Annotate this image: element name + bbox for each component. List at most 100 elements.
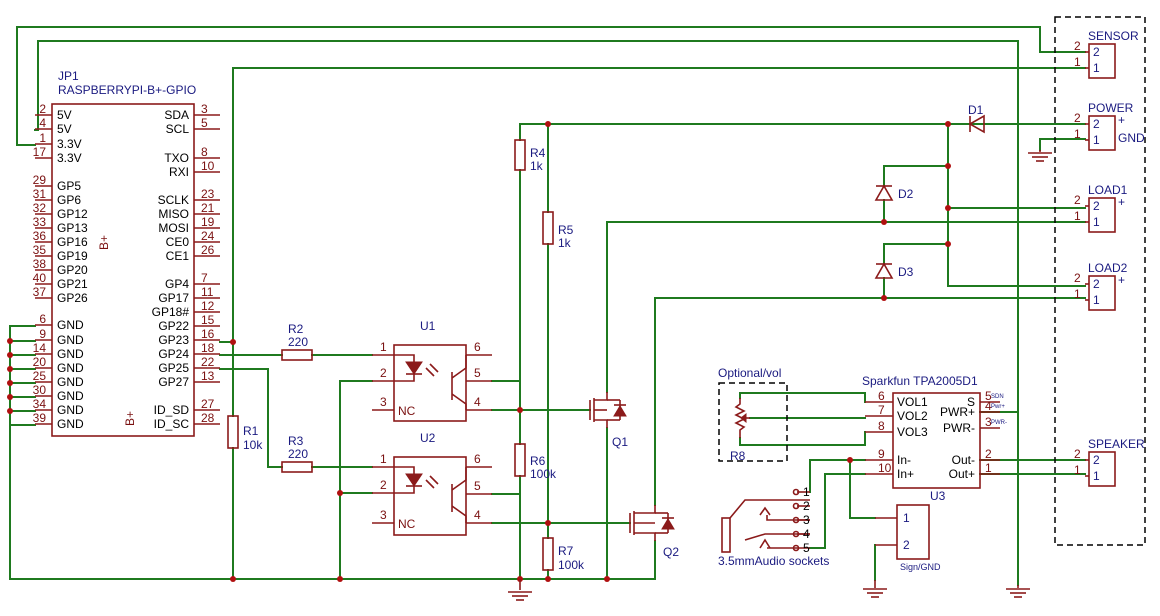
jp1-pin-number: 17 — [33, 145, 47, 159]
u3-pin-number: 9 — [878, 447, 885, 461]
mosfet-q1: Q1 — [589, 392, 628, 449]
jp1-pin-name: RXI — [169, 165, 189, 179]
r1-ref: R1 — [243, 424, 259, 438]
audio-pin-label: 2 — [803, 499, 810, 513]
jp1-pin-number: 32 — [33, 201, 47, 215]
jp1-pin-name: GP18# — [152, 305, 190, 319]
jp1-pin-name: GND — [57, 375, 84, 389]
jp1-pin-name: MOSI — [158, 221, 189, 235]
jp1-pin-number: 3 — [201, 102, 208, 116]
optional-label: Optional/vol — [718, 366, 781, 380]
connector-pin-number: 1 — [1074, 127, 1081, 141]
jp1-pin-number: 24 — [201, 229, 215, 243]
jp1-pin-number: 25 — [33, 369, 47, 383]
u3-pin-number: 7 — [878, 403, 885, 417]
jp1-pin-name: GP12 — [57, 207, 88, 221]
jp1-pin-number: 36 — [33, 229, 47, 243]
jp1-pin-name: CE0 — [166, 235, 190, 249]
u1-pin-label: 1 — [380, 340, 387, 354]
resistor-r6: R6 100k — [514, 443, 557, 481]
connector-pin-number: 2 — [1074, 447, 1081, 461]
amplifier-u3: Sparkfun TPA2005D1 6 VOL1 7 VOL2 8 VOL3 9 In- 10… — [862, 374, 1007, 503]
jp1-pin-number: 11 — [201, 285, 214, 299]
r3-ref: R3 — [288, 434, 304, 448]
connector-name: POWER — [1088, 101, 1134, 115]
connector-frame — [1054, 16, 1146, 546]
r2-ref: R2 — [288, 322, 304, 336]
jp1-pin-number: 16 — [201, 327, 215, 341]
u3-pin-subscript: SDN — [991, 394, 1004, 400]
r4-value: 1k — [530, 159, 544, 173]
jp1-pin-number: 27 — [201, 397, 215, 411]
connector-pin-inner: 1 — [1093, 133, 1100, 147]
r6-ref: R6 — [530, 454, 546, 468]
connector-name: SENSOR — [1088, 29, 1139, 43]
jp1-pin-number: 20 — [33, 355, 47, 369]
u3-pin-subscript: PWR- — [991, 420, 1007, 426]
connector-pin-number: 2 — [1074, 193, 1081, 207]
connector-pin-inner: 2 — [1093, 199, 1100, 213]
jp1-pin-name: GP23 — [158, 333, 189, 347]
connector-sensor: SENSOR2211 — [1074, 29, 1139, 79]
jp1-pin-number: 34 — [33, 397, 47, 411]
jp1-pin-number: 19 — [201, 215, 215, 229]
connector-pin-inner: 1 — [1093, 215, 1100, 229]
jp1-pin-name: GND — [57, 403, 84, 417]
ground-icon — [508, 579, 532, 601]
sign-gnd-connector: 1 2 Sign/GND — [875, 504, 941, 572]
jp1-pin-name: GP13 — [57, 221, 88, 235]
audio-socket: 1 2 3 4 5 3.5mmAudio sockets — [718, 485, 829, 568]
u2-nc-label: NC — [398, 517, 416, 531]
jp1-pin-name: TXO — [164, 151, 189, 165]
jp1-inner-mark: B+ — [123, 411, 137, 426]
u3-title: Sparkfun TPA2005D1 — [862, 374, 978, 388]
connectors: SENSOR2211POWER2211+GNDLOAD12211+LOAD222… — [1074, 29, 1145, 487]
jp1-pin-number: 31 — [33, 187, 47, 201]
connector-pin-number: 1 — [1074, 463, 1081, 477]
resistor-r7: R7 100k — [542, 537, 585, 572]
jp1-pin-number: 8 — [201, 145, 208, 159]
jp1-pin-name: 3.3V — [57, 137, 82, 151]
d3-ref: D3 — [898, 265, 914, 279]
jp1-pin-name: GND — [57, 347, 84, 361]
r8-ref: R8 — [730, 449, 746, 463]
jp1-pin-name: GP5 — [57, 179, 81, 193]
jp1-pin-name: 5V — [57, 108, 72, 122]
u2-pin-label: 4 — [474, 508, 481, 522]
jp1-pin-number: 23 — [201, 187, 215, 201]
jp1-pin-name: GP4 — [165, 277, 189, 291]
jp1-pin-number: 10 — [201, 159, 215, 173]
connector-pin-inner: 2 — [1093, 117, 1100, 131]
connector-pin-number: 1 — [1074, 287, 1081, 301]
jp1-pin-name: GP16 — [57, 235, 88, 249]
optional-volume-pot: Optional/vol R8 — [718, 366, 788, 463]
u3-pin-name: PWR- — [943, 421, 975, 435]
resistor-r2: R2 220 — [281, 322, 313, 361]
jp1-pin-number: 5 — [201, 116, 208, 130]
jp1-pin-name: GP19 — [57, 249, 88, 263]
jp1-pin-name: GP20 — [57, 263, 88, 277]
jp1-pin-number: 18 — [201, 341, 215, 355]
u2-pin-label: 2 — [380, 478, 387, 492]
connector-pin-inner: 1 — [1093, 61, 1100, 75]
u3-pin-number: 6 — [878, 389, 885, 403]
jp1-pin-name: MISO — [158, 207, 189, 221]
u3-pin-number: 2 — [985, 447, 992, 461]
connector-pin-number: 1 — [1074, 209, 1081, 223]
u3-pin-number: 10 — [878, 461, 892, 475]
connector-pin-inner: 1 — [1093, 293, 1100, 307]
resistor-r4: R4 1k — [514, 139, 546, 173]
d1-ref: D1 — [968, 103, 984, 117]
optocoupler-u1: U1 1 2 3 6 5 4 NC — [372, 319, 492, 422]
u2-ref: U2 — [420, 431, 436, 445]
audio-label: 3.5mmAudio sockets — [718, 554, 829, 568]
jp1-pin-number: 39 — [33, 411, 47, 425]
jp1-pin-number: 15 — [201, 313, 215, 327]
connector-mark: GND — [1118, 131, 1145, 145]
u1-pin-label: 6 — [474, 340, 481, 354]
jp1-pin-number: 40 — [33, 271, 47, 285]
connector-mark: + — [1118, 273, 1125, 287]
r6-value: 100k — [530, 467, 557, 481]
audio-pin-label: 3 — [803, 513, 810, 527]
jp1-pin-number: 28 — [201, 411, 215, 425]
